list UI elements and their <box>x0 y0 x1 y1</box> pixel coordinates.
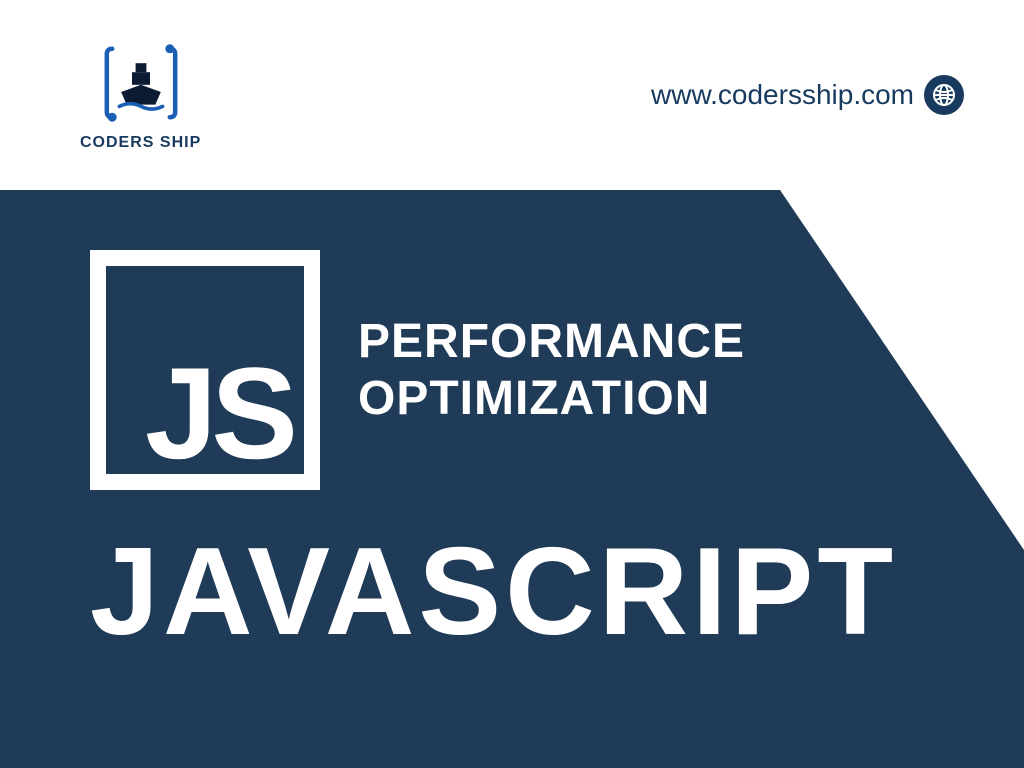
topic-line-1: PERFORMANCE <box>358 314 745 369</box>
panel-content: JS PERFORMANCE OPTIMIZATION JAVASCRIPT <box>90 250 984 748</box>
topic-row: JS PERFORMANCE OPTIMIZATION <box>90 250 984 490</box>
js-logo-box: JS <box>90 250 320 490</box>
url-text: www.codersship.com <box>651 79 914 111</box>
brand-logo: CODERS SHIP <box>80 38 201 152</box>
main-panel: JS PERFORMANCE OPTIMIZATION JAVASCRIPT <box>0 190 1024 768</box>
website-url: www.codersship.com <box>651 75 964 115</box>
globe-icon <box>924 75 964 115</box>
topic-text: PERFORMANCE OPTIMIZATION <box>358 314 745 426</box>
header: CODERS SHIP www.codersship.com <box>0 0 1024 190</box>
topic-line-2: OPTIMIZATION <box>358 371 745 426</box>
brand-label: CODERS SHIP <box>80 134 201 152</box>
ship-logo-icon <box>96 38 186 128</box>
main-title: JAVASCRIPT <box>90 530 984 654</box>
js-logo-letters: JS <box>145 348 292 478</box>
